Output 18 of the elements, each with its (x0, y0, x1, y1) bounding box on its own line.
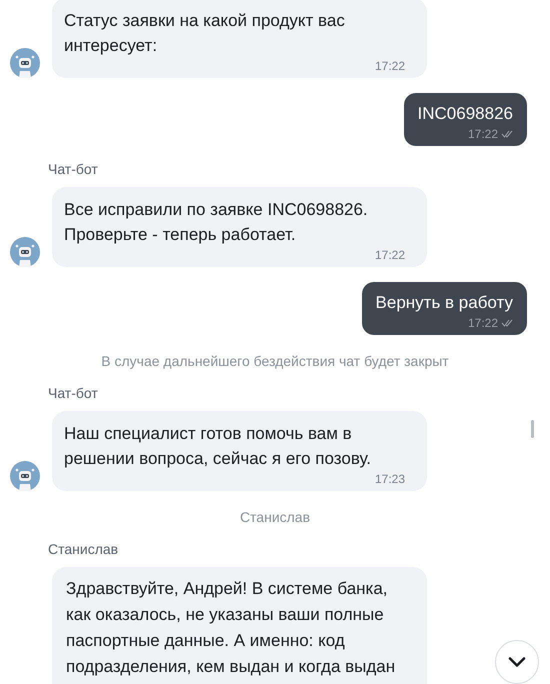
system-notice: Станислав (240, 509, 310, 525)
message-text: Статус заявки на какой продукт вас интересует: (64, 10, 346, 57)
message-time: 17:23 (374, 471, 405, 487)
message-text: Вернуть в работу (376, 292, 513, 314)
message-time: 17:22 (374, 247, 405, 263)
sender-name: Чат-бот (48, 385, 98, 401)
message-time: 17:22 (468, 126, 498, 142)
system-notice: В случае дальнейшего бездействия чат будет закрыт (101, 353, 449, 369)
message-time: 17:22 (374, 58, 405, 74)
scroll-down-button[interactable] (495, 640, 539, 684)
message-text: Наш специалист готов помочь вам в решении вопроса, сейчас я его позову. (64, 423, 372, 470)
message-text: Все исправили по заявке INC0698826. Проверьте - теперь работает. (64, 199, 369, 246)
message-text: INC0698826 (418, 103, 513, 125)
scrollbar-thumb[interactable] (531, 420, 534, 438)
message-time: 17:22 (468, 315, 498, 331)
message-text: Здравствуйте, Андрей! В системе банка, как оказалось, не указаны ваши полные паспортные данные. А именно: код подразделения, кем выдан и когда выдан (66, 578, 396, 678)
sender-name: Станислав (48, 541, 118, 557)
sender-name: Чат-бот (48, 161, 98, 177)
